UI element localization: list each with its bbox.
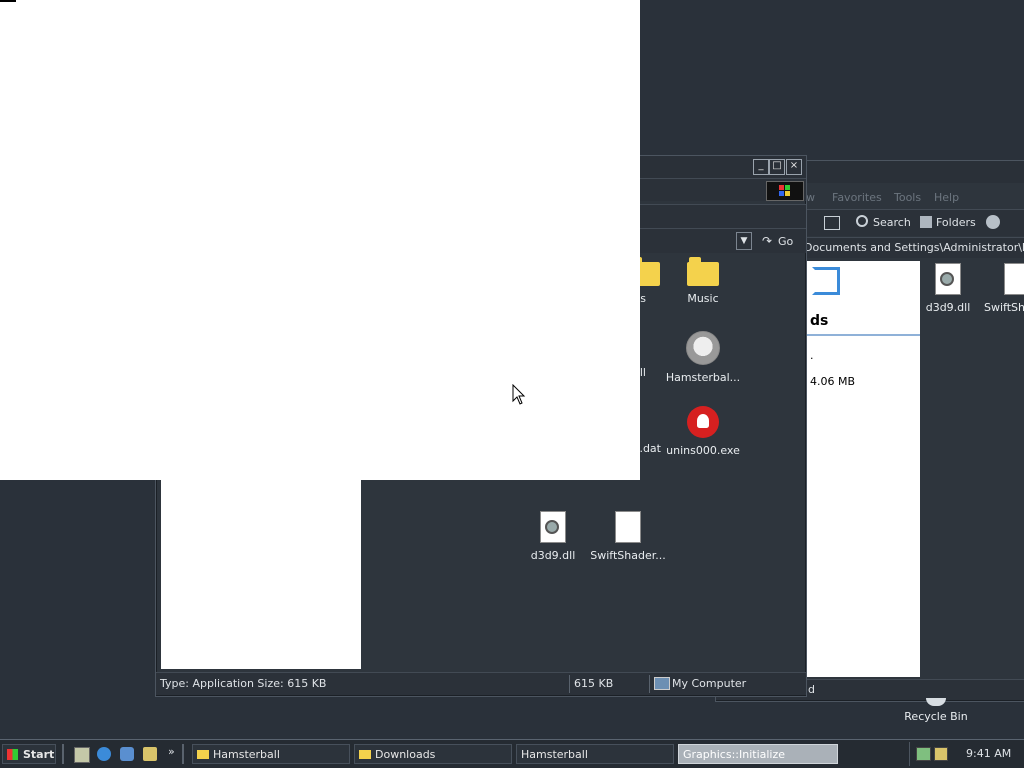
file-label: SwiftSha [984,301,1024,314]
file-item-d3d9[interactable]: d3d9.dll [513,511,593,562]
text-file-icon [615,511,641,543]
desktop-icon-label: Recycle Bin [904,710,968,723]
folders-icon[interactable] [920,216,932,228]
maximize-icon[interactable]: □ [769,159,785,175]
folder-item-music[interactable]: Music [663,256,743,305]
taskbar-button-label: Hamsterball [213,748,280,761]
panel-title: ds [810,313,829,329]
recycle-bin-icon [926,698,946,706]
go-button[interactable]: Go [778,235,793,248]
taskbar-button-downloads[interactable]: Downloads [354,744,512,764]
panel-divider [806,334,920,336]
windows-logo-icon [7,749,18,760]
overlay-edge-mark [0,0,16,2]
text-file-icon [1004,263,1024,295]
menu-bar: w Favorites Tools Help [804,189,1024,207]
up-folder-icon[interactable] [824,216,840,230]
uninstall-icon [687,406,719,438]
menu-favorites[interactable]: Favorites [832,191,882,204]
taskbar-separator [62,744,64,764]
menu-tools[interactable]: Tools [894,191,921,204]
panel-header-icon [812,267,840,295]
search-icon[interactable] [856,215,868,227]
hamsterball-icon [686,331,720,365]
folders-button[interactable]: Folders [936,216,976,229]
minimize-icon[interactable]: _ [753,159,769,175]
start-label: Start [23,748,55,761]
media-player-icon[interactable] [120,747,134,761]
desktop-icon-recycle-bin[interactable]: Recycle Bin [896,698,976,723]
status-zone: My Computer [672,677,747,690]
taskbar-button-label: Downloads [375,748,436,761]
address-text[interactable]: Documents and Settings\Administrator\My … [804,241,1024,254]
file-label: Hamsterbal... [665,371,741,384]
file-label: SwiftShader... [590,549,666,562]
quick-launch-chevron[interactable]: » [168,745,175,758]
folder-icon [687,257,719,286]
taskbar-button-hamsterball-game[interactable]: Hamsterball [516,744,674,764]
status-type: Type: Application Size: 615 KB [160,677,327,690]
internet-explorer-icon[interactable] [97,747,111,761]
taskbar-button-graphics-initialize[interactable]: Graphics::Initialize [678,744,838,764]
file-item-unins[interactable]: unins000.exe [663,406,743,457]
taskbar: Start » Hamsterball Downloads Hamsterbal… [0,739,1024,768]
computer-icon [654,677,670,690]
clock[interactable]: 9:41 AM [966,747,1011,760]
panel-size: 4.06 MB [810,375,856,388]
panel-dot: . [810,349,814,362]
status-bar: Type: Application Size: 615 KB 615 KB My… [156,672,806,695]
network-icon[interactable] [916,747,931,761]
address-dropdown-icon[interactable]: ▼ [736,232,752,250]
mouse-cursor-icon [512,384,526,405]
dll-file-icon [540,511,566,543]
system-tray: 9:41 AM [909,742,1024,766]
close-icon[interactable]: × [786,159,802,175]
folder-icon [359,750,371,759]
file-label: unins000.exe [666,444,740,457]
show-desktop-icon[interactable] [74,747,90,763]
blank-overlay-window [0,0,640,480]
folder-icon [197,750,209,759]
file-item[interactable]: SwiftSha [976,263,1024,314]
file-item-swiftshader[interactable]: SwiftShader... [588,511,668,562]
dll-file-icon [935,263,961,295]
search-button[interactable]: Search [873,216,911,229]
security-icon[interactable] [934,747,948,761]
start-button[interactable]: Start [2,744,56,764]
status-size: 615 KB [574,677,614,690]
menu-view[interactable]: w [806,191,815,204]
go-arrow-icon[interactable]: ↷ [762,234,772,248]
task-panel: ds . 4.06 MB [806,261,920,677]
status-text: d [808,683,815,696]
taskbar-separator [182,744,184,764]
menu-help[interactable]: Help [934,191,959,204]
views-icon[interactable] [986,215,1000,229]
taskbar-button-label: Hamsterball [521,748,588,761]
explorer-icon[interactable] [143,747,157,761]
windows-logo-icon [766,181,804,201]
taskbar-button-label: Graphics::Initialize [683,748,786,761]
file-item-hamsterball[interactable]: Hamsterbal... [663,331,743,384]
file-label: d3d9.dll [530,549,576,562]
taskbar-button-hamsterball[interactable]: Hamsterball [192,744,350,764]
folder-label: Music [687,292,719,305]
